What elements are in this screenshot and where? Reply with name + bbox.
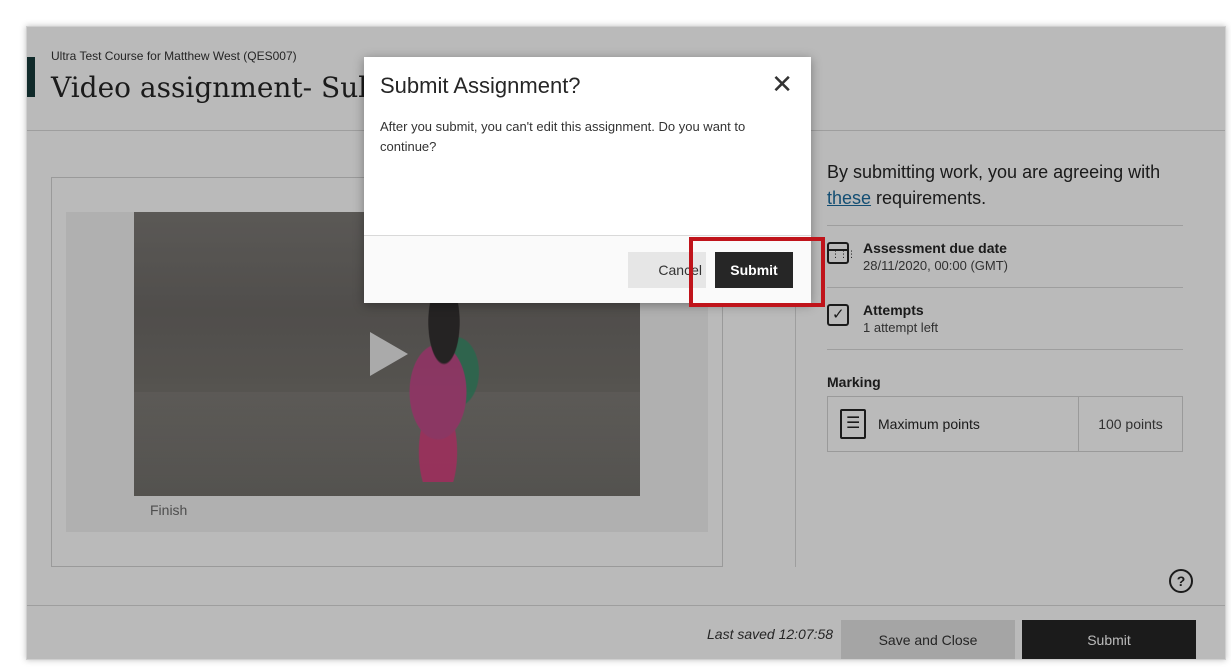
dialog-title: Submit Assignment? [380, 73, 581, 98]
highlight-box [689, 237, 825, 307]
close-icon[interactable]: ✕ [771, 71, 793, 97]
assignment-window: Ultra Test Course for Matthew West (QES0… [26, 26, 1226, 660]
dialog-message: After you submit, you can't edit this as… [380, 119, 746, 154]
